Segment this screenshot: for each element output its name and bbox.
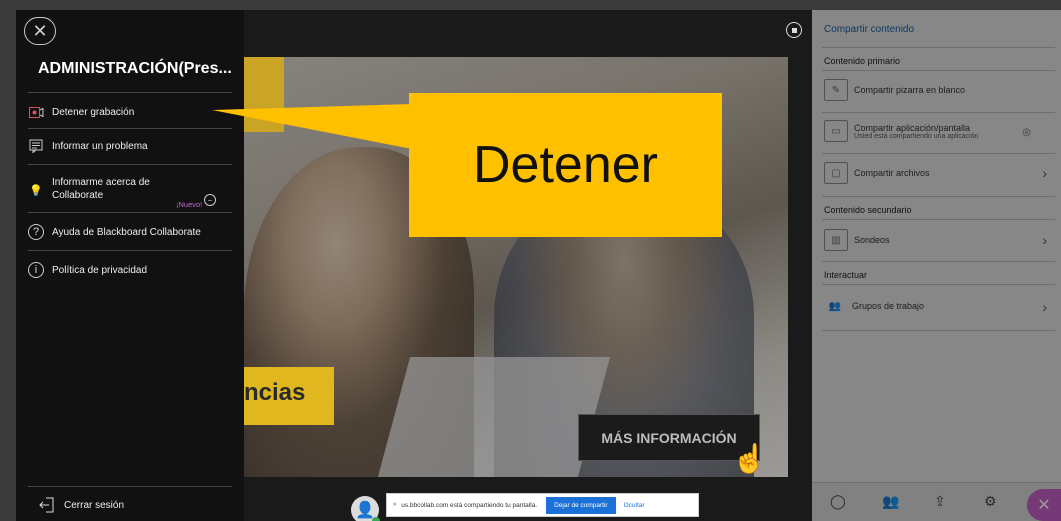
share-content-panel: Compartir contenido Contenido primario ✎… — [812, 10, 1061, 521]
recording-icon — [28, 104, 44, 120]
report-icon — [28, 138, 44, 154]
info-icon: i — [28, 262, 44, 278]
menu-item-report-problem[interactable]: Informar un problema — [28, 138, 148, 154]
share-files-item[interactable]: ▢ Compartir archivos — [824, 162, 930, 184]
callout-pointer — [212, 104, 412, 149]
polls-item[interactable]: ▥ Sondeos — [824, 229, 890, 251]
chevron-right-icon: › — [1042, 299, 1047, 315]
chevron-right-icon: › — [1042, 165, 1047, 181]
screen-share-icon: ▭ — [824, 120, 848, 142]
share-application-item[interactable]: ▭ Compartir aplicación/pantalla Usted es… — [824, 120, 979, 142]
share-content-icon[interactable]: ⇪ — [934, 493, 946, 510]
menu-item-privacy[interactable]: i Política de privacidad — [28, 262, 147, 278]
section-primary: Contenido primario — [824, 56, 901, 66]
menu-item-stop-recording[interactable]: Detener grabación — [28, 104, 134, 120]
logout-button[interactable]: Cerrar sesión — [38, 496, 124, 514]
section-interact: Interactuar — [824, 270, 868, 280]
panel-toolbar: ◯ 👥 ⇪ ⚙ ✕ — [812, 482, 1061, 521]
callout-label: Detener — [409, 93, 722, 237]
poll-icon: ▥ — [824, 229, 848, 251]
new-badge: ¡Nuevo! — [176, 200, 203, 209]
collapse-icon[interactable]: − — [204, 194, 216, 206]
logout-icon — [38, 496, 56, 514]
breakout-groups-item[interactable]: 👥 Grupos de trabajo — [824, 296, 924, 316]
pause-icon: ⏸ — [393, 501, 397, 508]
avatar[interactable]: 👤 — [351, 496, 380, 521]
session-menu: ✕ ADMINISTRACIÓN(Pres... Detener grabaci… — [16, 10, 244, 521]
stop-sharing-button[interactable]: Dejar de compartir — [546, 496, 616, 514]
status-dot — [372, 517, 380, 521]
lightbulb-icon: 💡 — [29, 184, 43, 197]
help-icon: ? — [28, 224, 44, 240]
settings-icon[interactable]: ⚙ — [984, 493, 997, 510]
collaborate-window: ncias MÁS INFORMACIÓN ☝ ✕ ADMINISTRACIÓN… — [16, 10, 1061, 521]
session-title: ADMINISTRACIÓN(Pres... — [38, 60, 232, 77]
panel-title: Compartir contenido — [824, 24, 915, 35]
menu-item-help[interactable]: ? Ayuda de Blackboard Collaborate — [28, 224, 201, 240]
section-secondary: Contenido secundario — [824, 205, 912, 215]
folder-icon: ▢ — [824, 162, 848, 184]
settings-dot-icon[interactable]: ◎ — [1022, 127, 1031, 138]
groups-icon: 👥 — [828, 300, 842, 312]
slide-headline: ncias — [244, 367, 334, 425]
recording-indicator-icon[interactable] — [786, 22, 802, 38]
close-panel-button[interactable]: ✕ — [1027, 489, 1061, 521]
whiteboard-icon: ✎ — [824, 79, 848, 101]
screen-share-notification: ⏸ us.bbcollab.com está compartiendo tu p… — [386, 493, 699, 517]
share-whiteboard-item[interactable]: ✎ Compartir pizarra en blanco — [824, 79, 965, 101]
chevron-right-icon: › — [1042, 232, 1047, 248]
chat-icon[interactable]: ◯ — [830, 493, 846, 510]
hand-cursor-icon: ☝ — [732, 443, 767, 474]
menu-item-learn-collaborate[interactable]: 💡 Informarme acerca de Collaborate — [28, 176, 150, 202]
attendees-icon[interactable]: 👥 — [882, 493, 899, 510]
hide-link[interactable]: Ocultar — [624, 502, 645, 509]
close-menu-button[interactable]: ✕ — [24, 17, 56, 45]
